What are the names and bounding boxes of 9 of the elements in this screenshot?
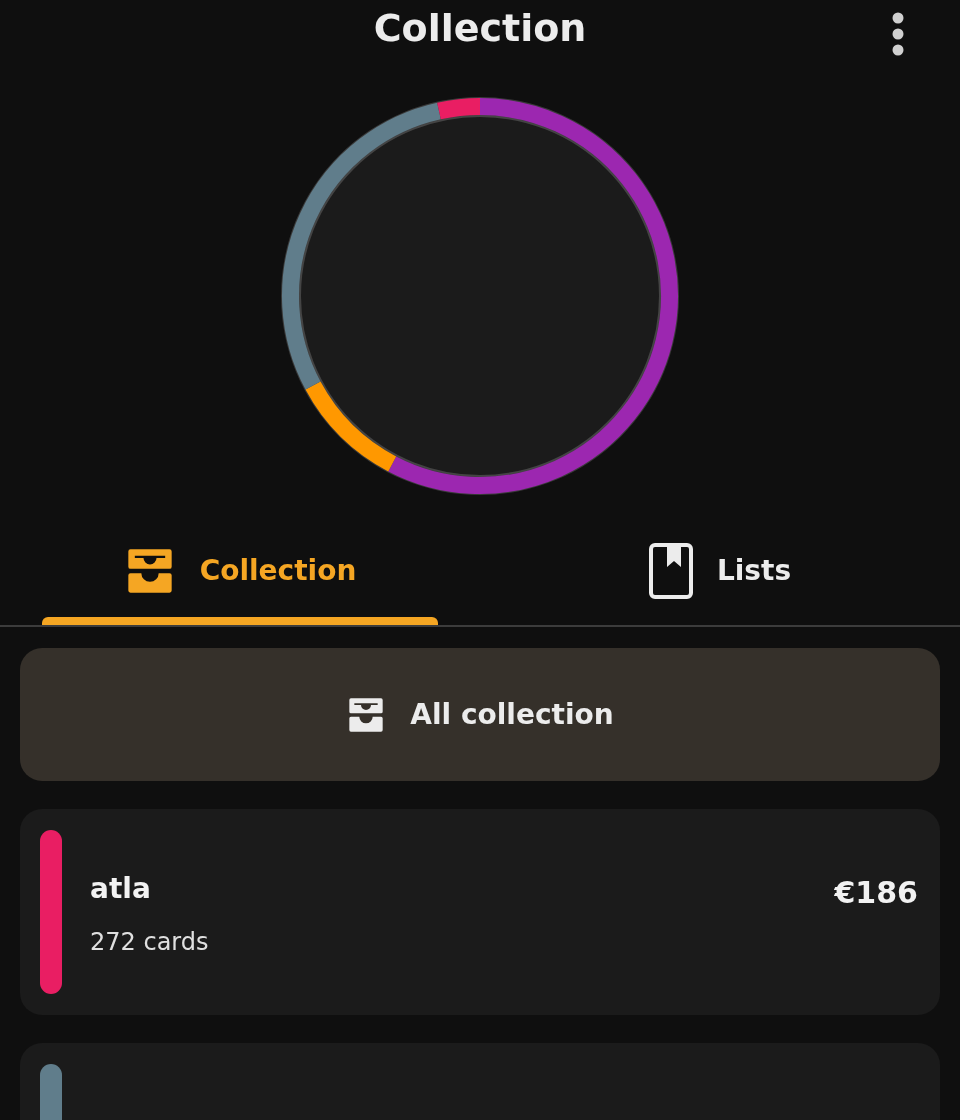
card-count: 272 cards <box>90 927 210 958</box>
set-card[interactable]: atla 272 cards €186 <box>20 809 940 1015</box>
tab[interactable]: Collection <box>0 525 480 625</box>
set-name: atla <box>90 871 152 907</box>
tab[interactable]: Lists <box>480 525 960 625</box>
bookmark-book-icon <box>648 543 693 599</box>
all-collection-button[interactable]: All collection <box>20 648 940 781</box>
page-title: Collection <box>373 5 587 52</box>
set-value: €186 <box>834 874 918 912</box>
